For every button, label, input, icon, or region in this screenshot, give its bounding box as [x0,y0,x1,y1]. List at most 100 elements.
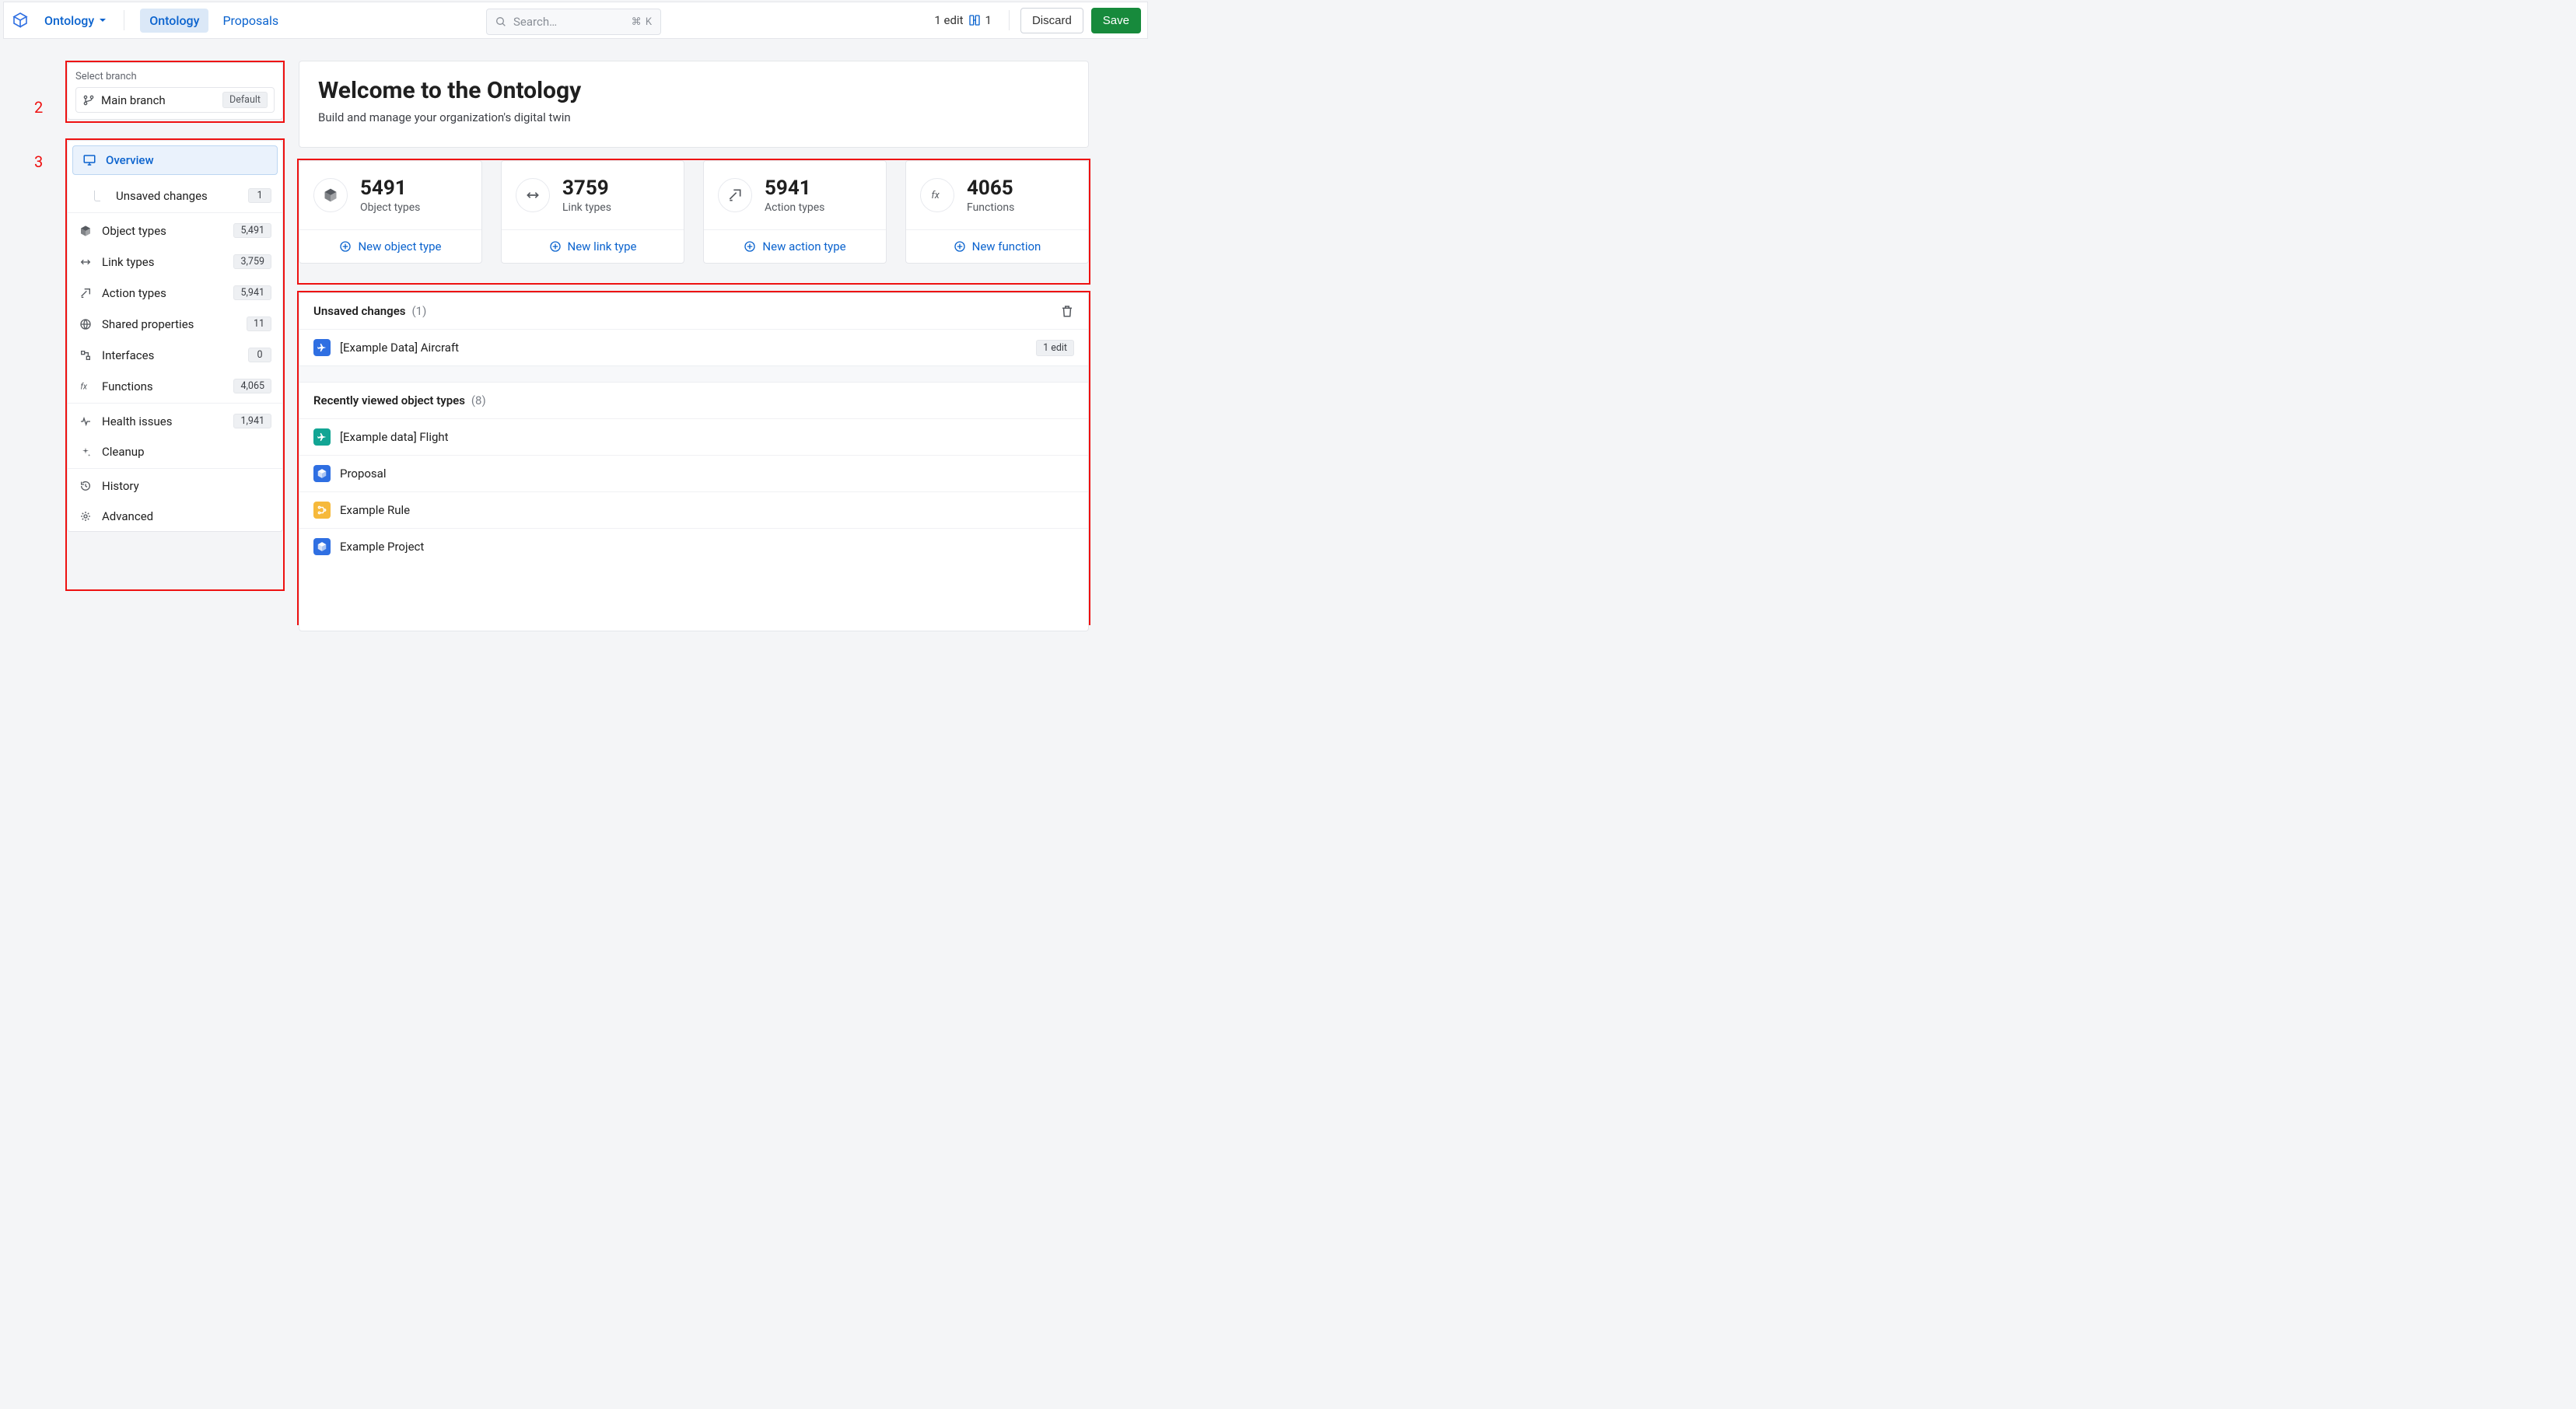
stat-card-functions: fx 4065 Functions New function [905,160,1089,264]
overview-lists: Unsaved changes (1) [Example Data] Aircr… [299,292,1089,631]
sidebar-item-label: Interfaces [102,348,239,362]
edits-count: 1 [985,13,992,27]
branch-icon [82,94,95,107]
button-label: Discard [1032,14,1072,27]
new-link-type-button[interactable]: New link type [502,229,684,263]
sidebar-nav: Overview Unsaved changes 1 Object types … [67,140,283,532]
svg-text:fx: fx [932,190,940,201]
tab-label: Proposals [222,13,278,28]
app-header: Ontology Ontology Proposals Search… ⌘ K … [3,2,1148,39]
history-icon [79,480,93,492]
stat-action-label: New function [972,239,1041,253]
divider [68,468,282,469]
sidebar-item-label: Link types [102,255,224,269]
sidebar-item-count: 1,941 [233,414,271,428]
stat-card-action-types: 5941 Action types New action type [703,160,887,264]
app-logo-icon [10,10,30,30]
sidebar-item-interfaces[interactable]: Interfaces 0 [68,339,282,370]
edits-label: 1 edit [934,13,963,27]
new-object-type-button[interactable]: New object type [299,229,481,263]
sidebar-item-count: 5,491 [233,223,271,238]
branch-name: Main branch [101,93,216,107]
stats-row: 5491 Object types New object type 3759 L… [299,160,1089,264]
section-title: Unsaved changes [313,304,406,318]
top-tabs: Ontology Proposals [140,9,288,33]
tab-proposals[interactable]: Proposals [213,9,288,33]
sidebar-item-action-types[interactable]: Action types 5,941 [68,277,282,308]
list-item[interactable]: Proposal [299,455,1088,491]
branch-selector-title: Select branch [75,71,275,82]
sidebar-item-advanced[interactable]: Advanced [68,501,282,531]
action-icon [718,178,752,212]
sidebar-item-cleanup[interactable]: Cleanup [68,436,282,467]
sidebar-item-shared-properties[interactable]: Shared properties 11 [68,308,282,339]
stat-value: 5941 [765,177,824,200]
cube-icon [313,465,331,482]
divider [1009,10,1010,30]
trash-icon[interactable] [1060,304,1074,318]
app-switcher[interactable]: Ontology [38,10,113,31]
stat-label: Functions [967,201,1014,214]
diff-icon [968,14,981,26]
unsaved-changes-header: Unsaved changes (1) [299,293,1088,329]
save-button[interactable]: Save [1091,8,1141,33]
annotation-3: 3 [34,152,43,171]
section-title: Recently viewed object types [313,393,465,407]
stat-label: Action types [765,201,824,214]
branch-default-badge: Default [222,92,268,108]
plane-icon [313,428,331,446]
sidebar-item-count: 4,065 [233,379,271,393]
page-title: Welcome to the Ontology [318,77,1069,104]
new-function-button[interactable]: New function [906,229,1088,263]
branch-selector[interactable]: Main branch Default [75,87,275,113]
interface-icon [79,349,93,362]
tab-label: Ontology [149,13,199,28]
branch-selector-card: Select branch Main branch Default [67,62,283,120]
new-action-type-button[interactable]: New action type [704,229,886,263]
page-subtitle: Build and manage your organization's dig… [318,110,1069,124]
search-shortcut: ⌘ K [632,16,653,28]
sidebar-item-health-issues[interactable]: Health issues 1,941 [68,405,282,436]
list-item-label: [Example data] Flight [340,430,449,444]
function-icon: fx [79,380,93,393]
list-item-label: Example Rule [340,503,410,517]
list-item[interactable]: [Example data] Flight [299,418,1088,455]
stat-value: 5491 [360,177,420,200]
sidebar-item-label: History [102,479,271,493]
tab-ontology[interactable]: Ontology [140,9,208,33]
sidebar-item-functions[interactable]: fx Functions 4,065 [68,370,282,401]
sidebar-item-overview[interactable]: Overview [72,145,278,175]
link-icon [79,256,93,268]
sidebar-item-count: 5,941 [233,285,271,300]
section-count: (1) [412,304,427,318]
stat-action-label: New action type [762,239,845,253]
chevron-down-icon [99,16,107,24]
action-icon [79,287,93,299]
list-item[interactable]: Example Rule [299,491,1088,528]
sidebar-item-label: Cleanup [102,445,271,459]
cube-icon [313,538,331,555]
sidebar-item-object-types[interactable]: Object types 5,491 [68,215,282,246]
discard-button[interactable]: Discard [1020,8,1083,33]
sidebar-item-link-types[interactable]: Link types 3,759 [68,246,282,277]
search-input[interactable]: Search… ⌘ K [486,9,661,35]
sidebar-item-unsaved-changes[interactable]: Unsaved changes 1 [68,180,282,211]
sidebar-item-label: Overview [106,153,268,167]
stat-card-object-types: 5491 Object types New object type [299,160,482,264]
sidebar-item-history[interactable]: History [68,470,282,501]
stat-value: 4065 [967,177,1014,200]
sidebar-item-count: 1 [248,188,271,203]
stat-card-link-types: 3759 Link types New link type [501,160,684,264]
list-item[interactable]: Example Project [299,528,1088,565]
sidebar-item-label: Functions [102,379,224,393]
branch-icon [313,502,331,519]
sidebar-item-count: 0 [248,348,271,362]
list-item[interactable]: [Example Data] Aircraft 1 edit [299,329,1088,365]
cube-icon [313,178,348,212]
monitor-icon [82,153,96,167]
sidebar-item-count: 3,759 [233,254,271,269]
stat-value: 3759 [562,177,611,200]
sidebar-item-label: Action types [102,286,224,300]
pending-edits-indicator[interactable]: 1 edit 1 [928,10,998,30]
sidebar-item-label: Advanced [102,509,271,523]
